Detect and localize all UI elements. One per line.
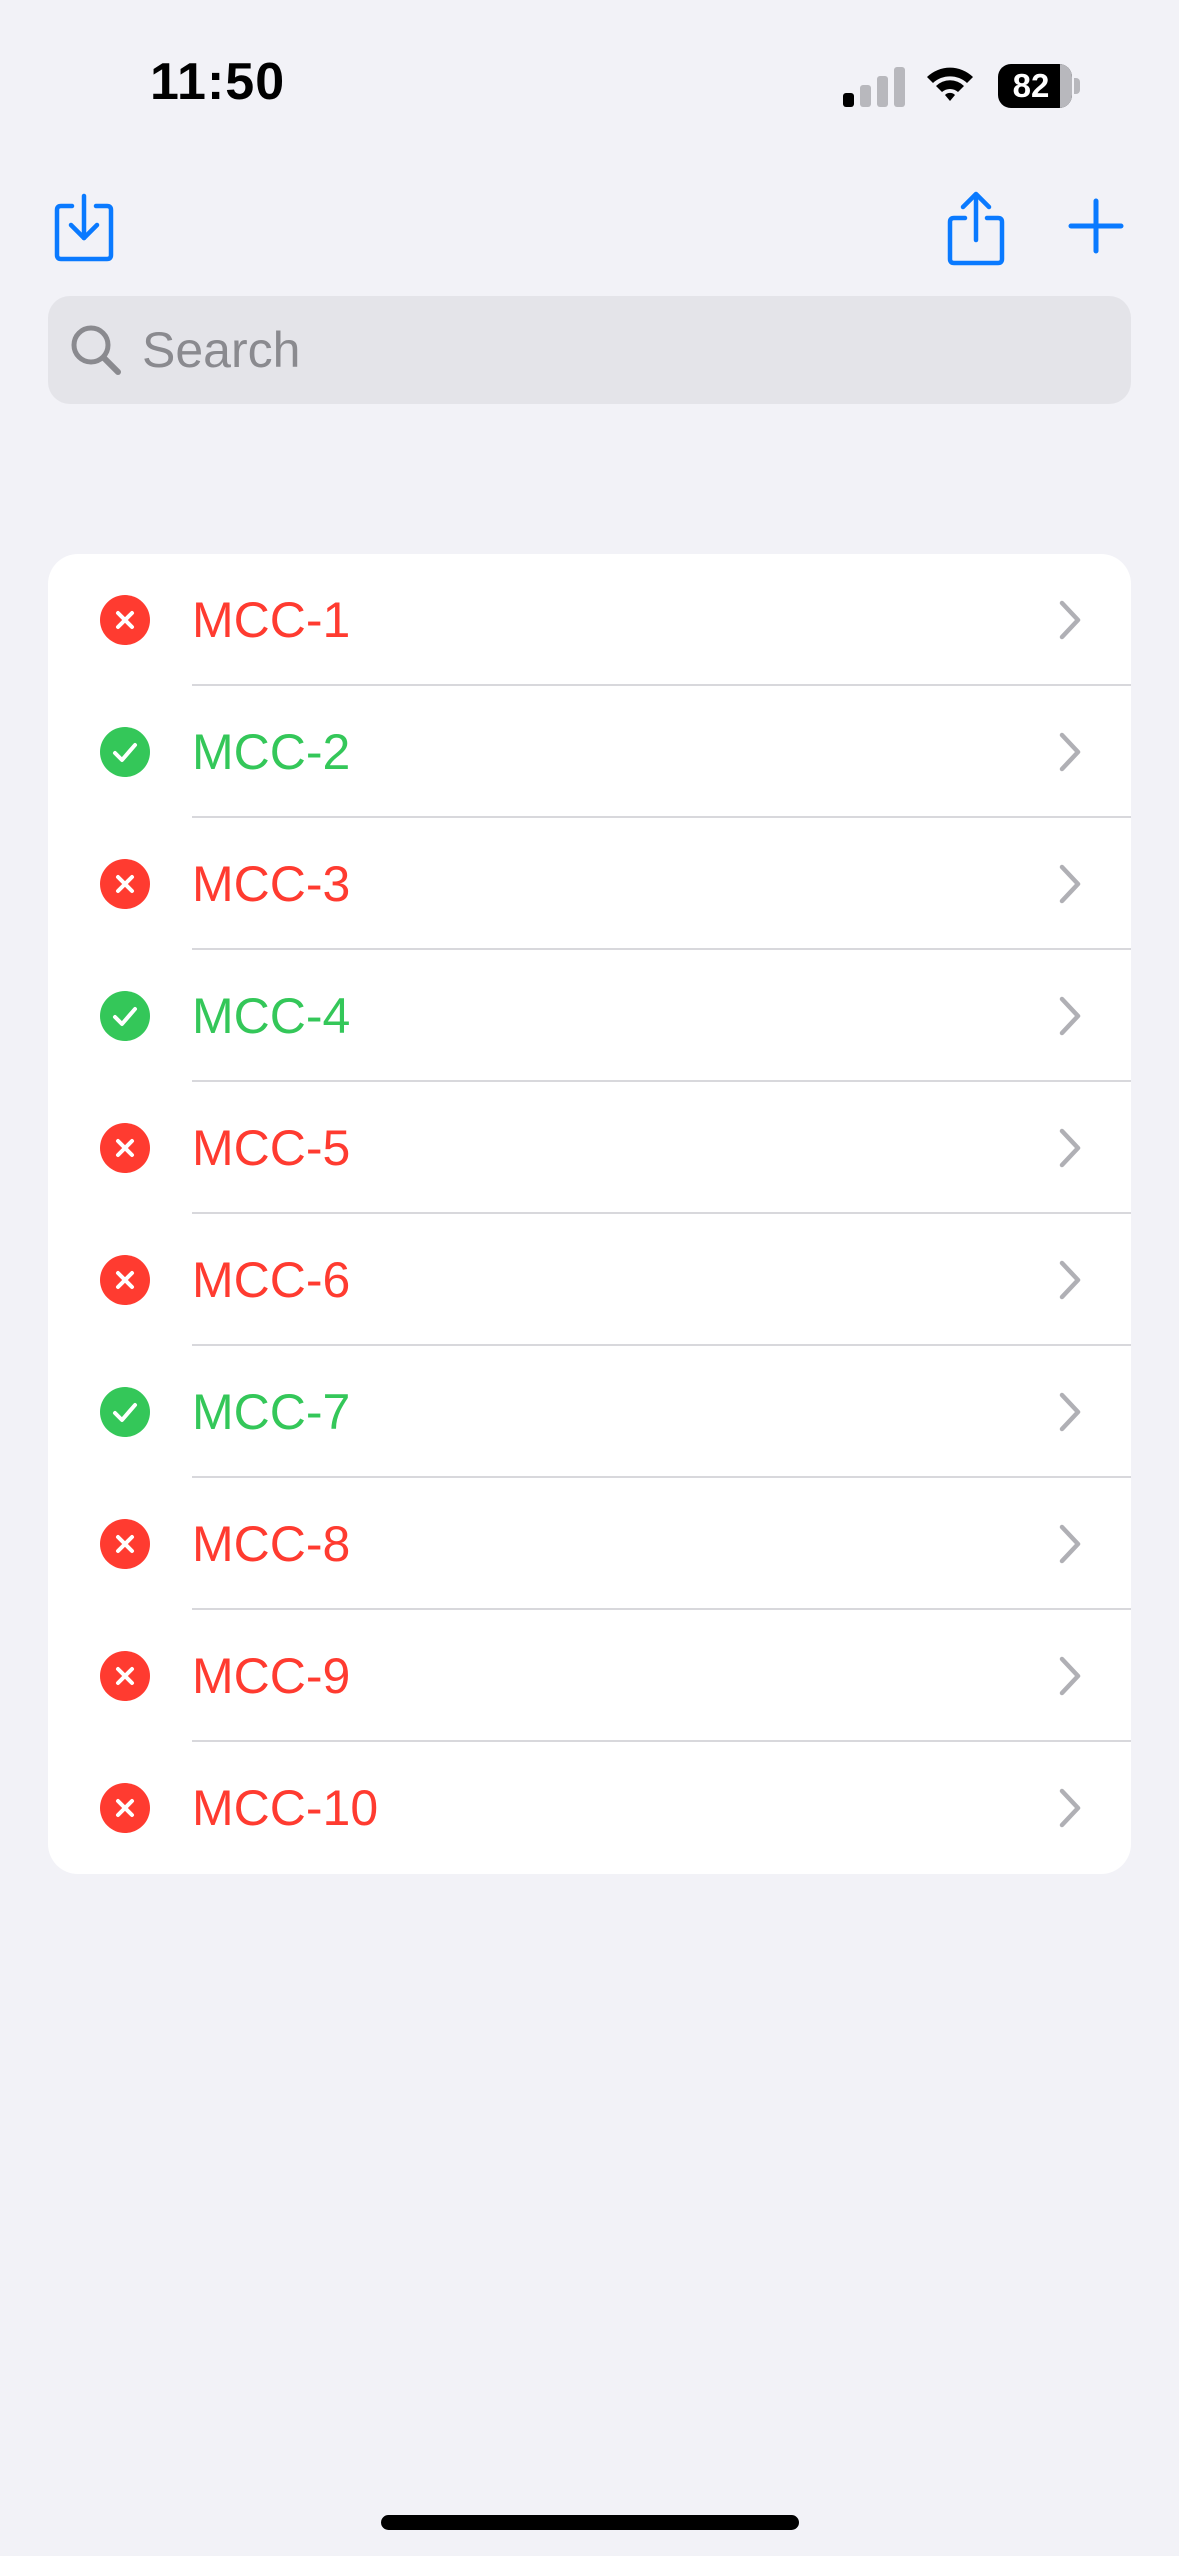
list-item-label: MCC-3 bbox=[192, 856, 351, 912]
xmark-circle-icon bbox=[100, 595, 150, 645]
battery-icon: 82 bbox=[998, 64, 1080, 108]
checkmark-circle-icon bbox=[100, 727, 150, 777]
xmark-circle-icon bbox=[100, 1255, 150, 1305]
xmark-circle-icon bbox=[100, 1519, 150, 1569]
list-item[interactable]: MCC-10 bbox=[48, 1742, 1131, 1874]
list-item[interactable]: MCC-7 bbox=[48, 1346, 1131, 1478]
search-input[interactable] bbox=[142, 296, 1102, 404]
list-item-label: MCC-4 bbox=[192, 988, 351, 1044]
signal-bar bbox=[843, 93, 854, 107]
list-item[interactable]: MCC-3 bbox=[48, 818, 1131, 950]
signal-bar bbox=[860, 85, 871, 107]
chevron-right-icon bbox=[1058, 995, 1082, 1037]
xmark-circle-icon bbox=[100, 1651, 150, 1701]
list-item[interactable]: MCC-8 bbox=[48, 1478, 1131, 1610]
list-item-label: MCC-7 bbox=[192, 1384, 351, 1440]
list-item[interactable]: MCC-2 bbox=[48, 686, 1131, 818]
search-bar[interactable] bbox=[48, 296, 1131, 404]
share-icon[interactable] bbox=[945, 190, 1007, 266]
chevron-right-icon bbox=[1058, 599, 1082, 641]
chevron-right-icon bbox=[1058, 1259, 1082, 1301]
import-icon[interactable] bbox=[52, 192, 116, 264]
xmark-circle-icon bbox=[100, 859, 150, 909]
list-item[interactable]: MCC-4 bbox=[48, 950, 1131, 1082]
plus-icon bbox=[1068, 198, 1124, 254]
list-item[interactable]: MCC-6 bbox=[48, 1214, 1131, 1346]
chevron-right-icon bbox=[1058, 863, 1082, 905]
checkmark-circle-icon bbox=[100, 991, 150, 1041]
cellular-signal-icon bbox=[843, 65, 905, 107]
xmark-circle-icon bbox=[100, 1783, 150, 1833]
list-item[interactable]: MCC-5 bbox=[48, 1082, 1131, 1214]
battery-nub bbox=[1074, 78, 1080, 94]
battery-body: 82 bbox=[998, 64, 1072, 108]
xmark-circle-icon bbox=[100, 1123, 150, 1173]
chevron-right-icon bbox=[1058, 1523, 1082, 1565]
list-item-label: MCC-1 bbox=[192, 592, 351, 648]
chevron-right-icon bbox=[1058, 1655, 1082, 1697]
chevron-right-icon bbox=[1058, 1391, 1082, 1433]
mcc-list: MCC-1 MCC-2 MCC-3 MCC-4 MCC-5 MCC-6 MCC-7 MCC-8… bbox=[48, 554, 1131, 1874]
signal-bar bbox=[877, 76, 888, 107]
checkmark-circle-icon bbox=[100, 1387, 150, 1437]
list-item-label: MCC-10 bbox=[192, 1780, 379, 1836]
search-icon bbox=[68, 322, 124, 378]
list-item-label: MCC-9 bbox=[192, 1648, 351, 1704]
home-indicator[interactable] bbox=[381, 2515, 799, 2530]
battery-level: 82 bbox=[1012, 67, 1050, 104]
list-item[interactable]: MCC-1 bbox=[48, 554, 1131, 686]
add-button[interactable] bbox=[1068, 198, 1124, 254]
list-item-label: MCC-8 bbox=[192, 1516, 351, 1572]
list-item-label: MCC-6 bbox=[192, 1252, 351, 1308]
status-time: 11:50 bbox=[150, 53, 286, 111]
chevron-right-icon bbox=[1058, 731, 1082, 773]
wifi-icon bbox=[924, 63, 976, 105]
signal-bar bbox=[894, 67, 905, 107]
list-item-label: MCC-5 bbox=[192, 1120, 351, 1176]
chevron-right-icon bbox=[1058, 1787, 1082, 1829]
chevron-right-icon bbox=[1058, 1127, 1082, 1169]
list-item-label: MCC-2 bbox=[192, 724, 351, 780]
list-item[interactable]: MCC-9 bbox=[48, 1610, 1131, 1742]
status-bar: 11:50 82 bbox=[0, 0, 1179, 170]
